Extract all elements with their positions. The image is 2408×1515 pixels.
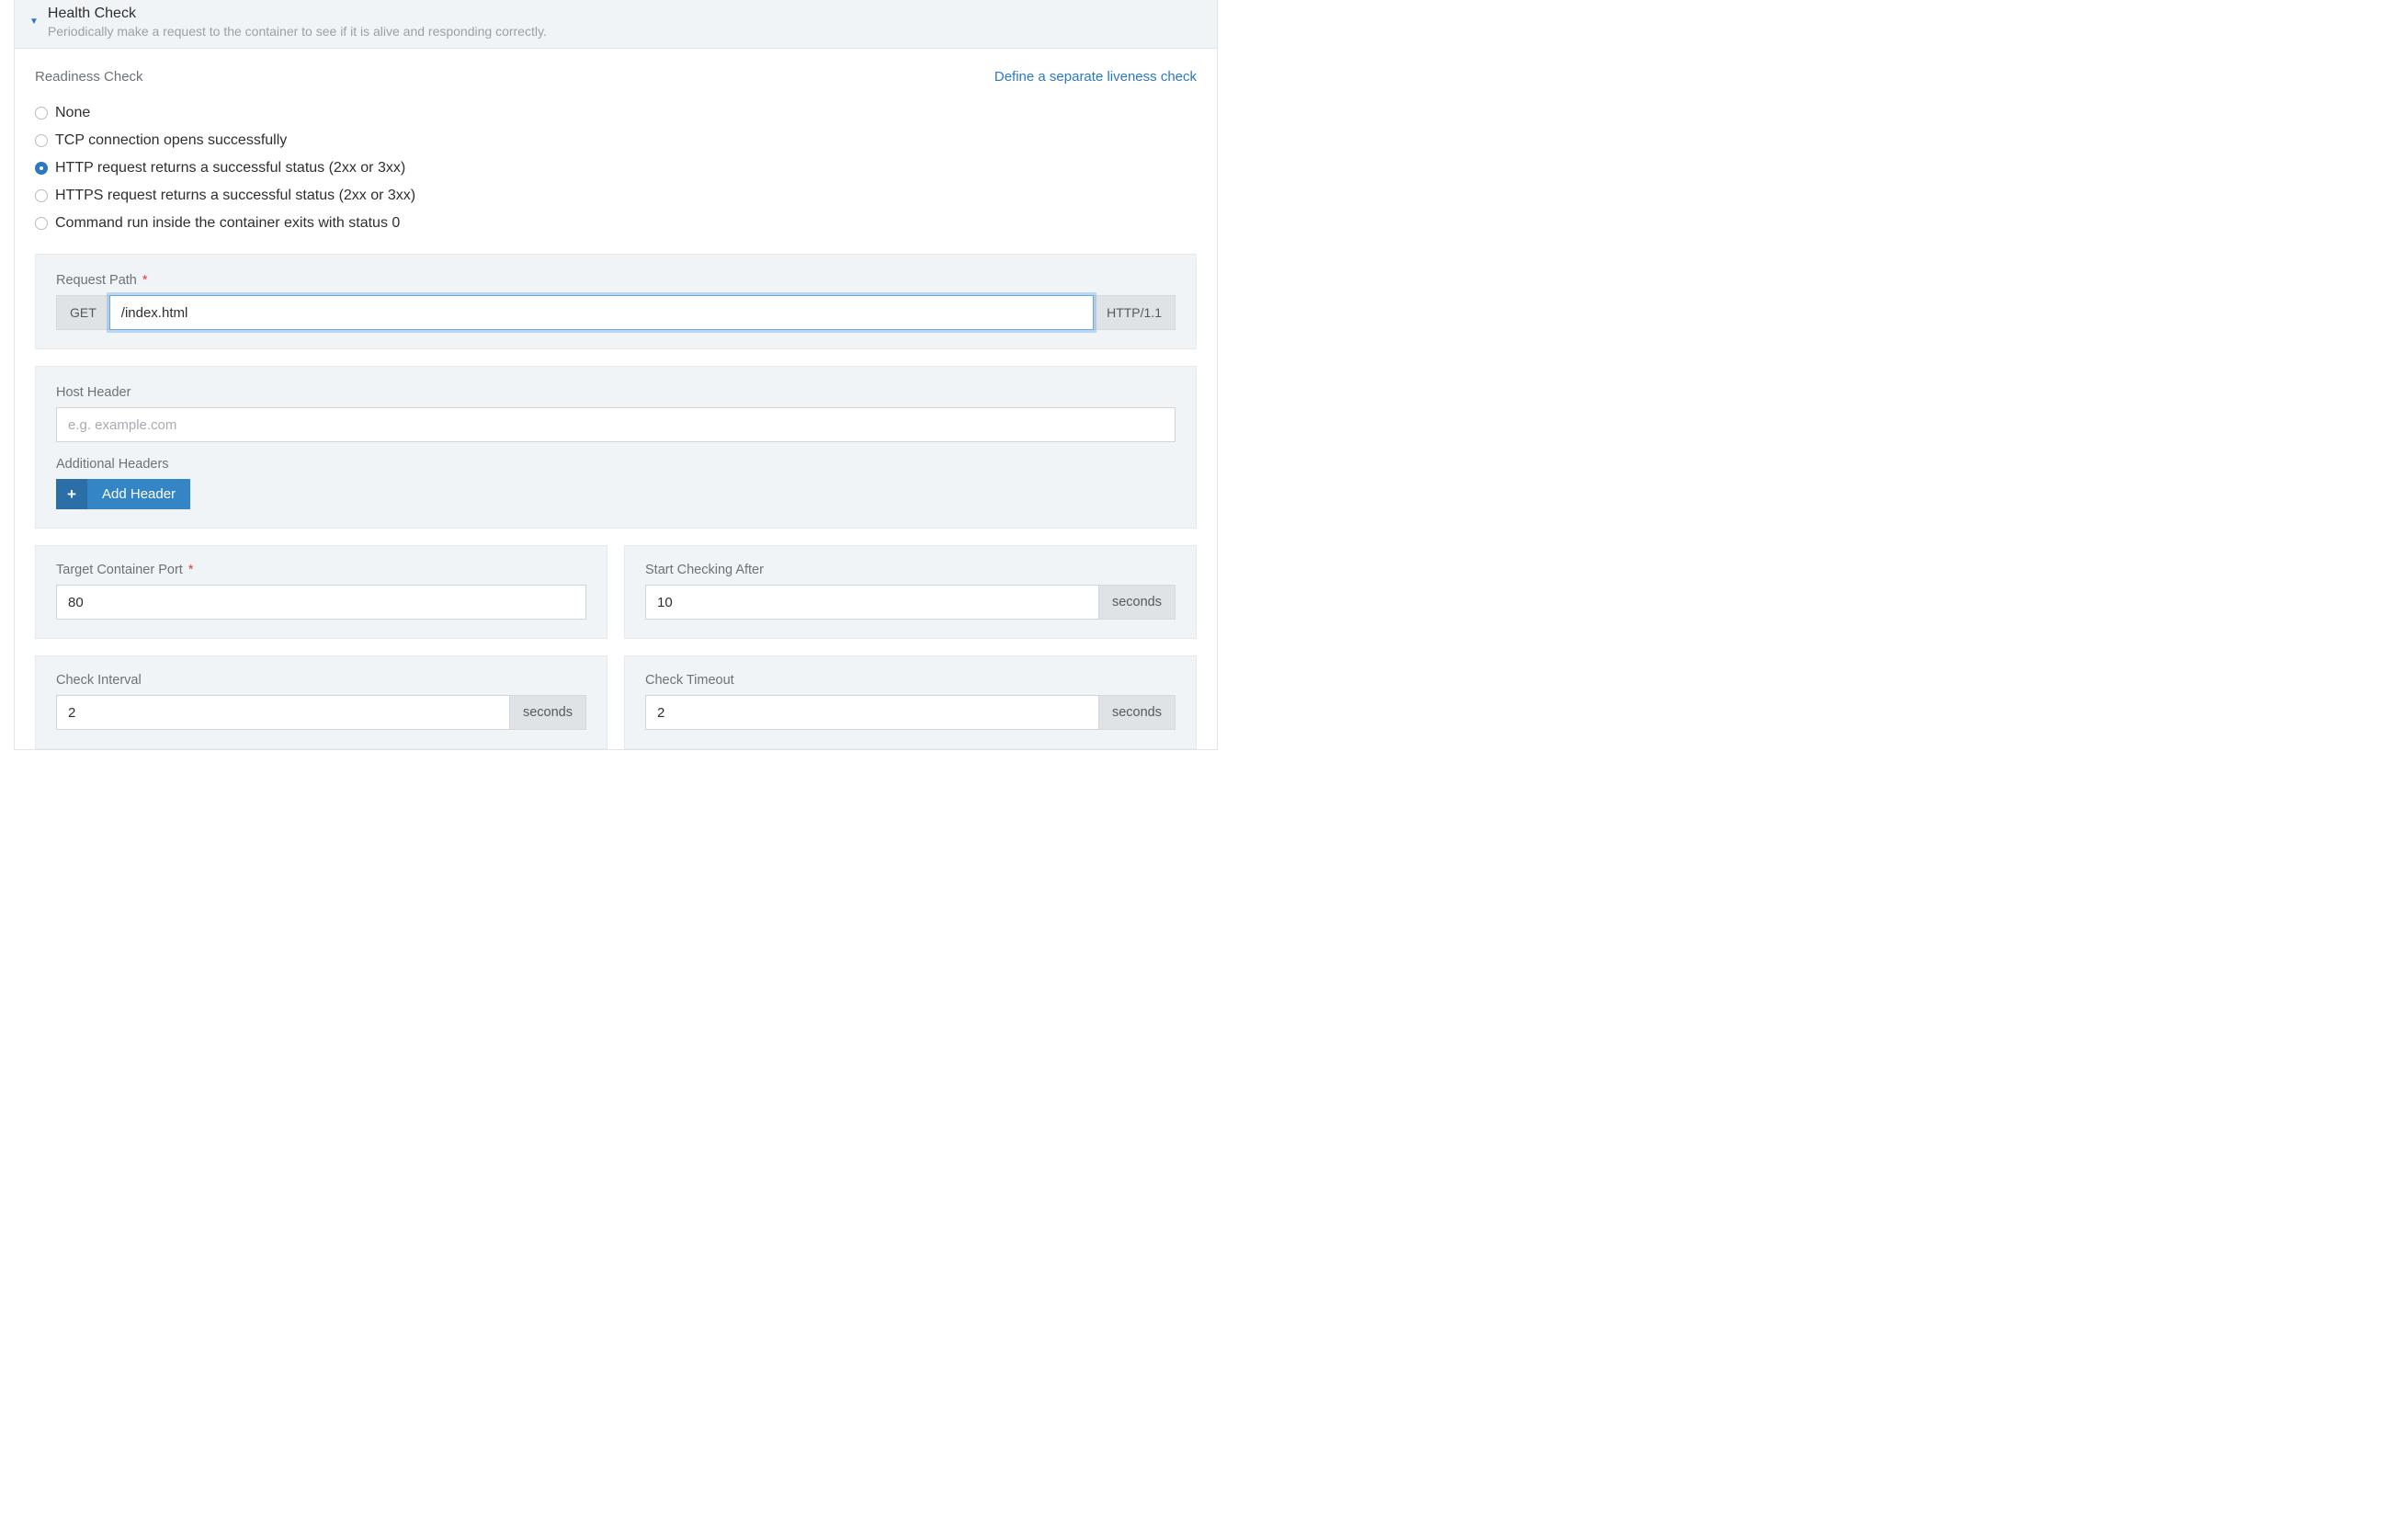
define-liveness-link[interactable]: Define a separate liveness check xyxy=(994,69,1197,85)
check-timeout-label: Check Timeout xyxy=(645,673,1176,688)
start-after-panel: Start Checking After seconds xyxy=(624,545,1197,639)
radio-icon xyxy=(35,134,48,147)
radio-label: HTTPS request returns a successful statu… xyxy=(55,188,415,204)
radio-icon xyxy=(35,189,48,202)
check-interval-input[interactable] xyxy=(56,695,510,730)
check-interval-label: Check Interval xyxy=(56,673,586,688)
radio-label: None xyxy=(55,105,90,121)
request-path-panel: Request Path * GET HTTP/1.1 xyxy=(35,254,1197,349)
radio-option-none[interactable]: None xyxy=(35,99,1197,127)
seconds-suffix: seconds xyxy=(1099,695,1176,730)
collapse-caret-icon[interactable]: ▼ xyxy=(29,17,39,27)
radio-icon xyxy=(35,217,48,230)
additional-headers-label: Additional Headers xyxy=(56,457,1176,472)
check-timeout-panel: Check Timeout seconds xyxy=(624,655,1197,749)
radio-option-tcp[interactable]: TCP connection opens successfully xyxy=(35,127,1197,154)
target-port-label: Target Container Port * xyxy=(56,563,586,577)
request-protocol-addon: HTTP/1.1 xyxy=(1094,295,1176,330)
target-port-panel: Target Container Port * xyxy=(35,545,608,639)
radio-icon xyxy=(35,162,48,175)
radio-label: Command run inside the container exits w… xyxy=(55,215,400,232)
radio-label: TCP connection opens successfully xyxy=(55,132,287,149)
request-path-input[interactable] xyxy=(109,295,1094,330)
radio-option-https[interactable]: HTTPS request returns a successful statu… xyxy=(35,182,1197,210)
readiness-radio-group: None TCP connection opens successfully H… xyxy=(35,99,1197,237)
start-after-label: Start Checking After xyxy=(645,563,1176,577)
host-header-panel: Host Header Additional Headers + Add Hea… xyxy=(35,366,1197,529)
field-label-text: Target Container Port xyxy=(56,563,183,577)
field-label-text: Request Path xyxy=(56,273,137,288)
section-title: Health Check xyxy=(48,6,547,22)
required-star-icon: * xyxy=(142,273,148,288)
radio-option-http[interactable]: HTTP request returns a successful status… xyxy=(35,154,1197,182)
add-header-button-label: Add Header xyxy=(87,479,190,509)
target-port-input[interactable] xyxy=(56,585,586,620)
section-description: Periodically make a request to the conta… xyxy=(48,24,547,39)
radio-icon xyxy=(35,107,48,120)
readiness-check-label: Readiness Check xyxy=(35,69,143,85)
host-header-label: Host Header xyxy=(56,385,1176,400)
request-method-addon: GET xyxy=(56,295,109,330)
check-timeout-input[interactable] xyxy=(645,695,1099,730)
add-header-button[interactable]: + Add Header xyxy=(56,479,190,509)
start-after-input[interactable] xyxy=(645,585,1099,620)
seconds-suffix: seconds xyxy=(510,695,586,730)
health-check-section-header[interactable]: ▼ Health Check Periodically make a reque… xyxy=(15,0,1217,49)
check-interval-panel: Check Interval seconds xyxy=(35,655,608,749)
radio-label: HTTP request returns a successful status… xyxy=(55,160,405,177)
request-path-label: Request Path * xyxy=(56,273,1176,288)
plus-icon: + xyxy=(56,479,87,509)
radio-option-command[interactable]: Command run inside the container exits w… xyxy=(35,210,1197,237)
seconds-suffix: seconds xyxy=(1099,585,1176,620)
host-header-input[interactable] xyxy=(56,407,1176,442)
required-star-icon: * xyxy=(188,563,194,577)
